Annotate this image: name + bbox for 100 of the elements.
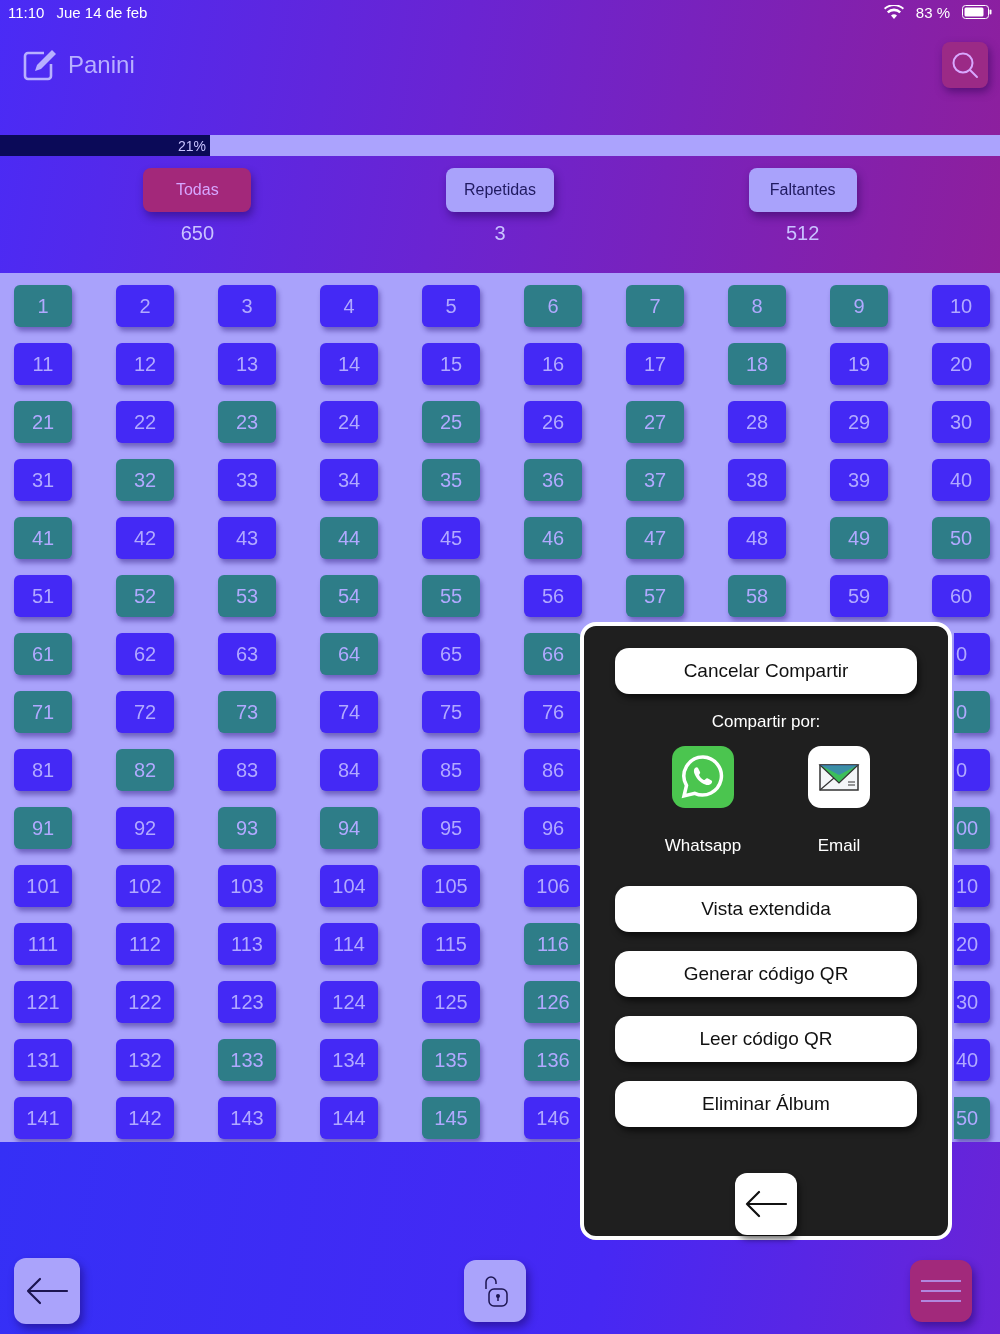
sticker-tile[interactable]: 22 — [116, 401, 174, 443]
sticker-tile[interactable]: 101 — [14, 865, 72, 907]
sticker-tile[interactable]: 27 — [626, 401, 684, 443]
sticker-tile[interactable]: 131 — [14, 1039, 72, 1081]
sticker-tile[interactable]: 16 — [524, 343, 582, 385]
sticker-tile[interactable]: 61 — [14, 633, 72, 675]
sticker-tile[interactable]: 53 — [218, 575, 276, 617]
sticker-tile[interactable]: 0 — [954, 633, 990, 675]
sticker-tile[interactable]: 49 — [830, 517, 888, 559]
edit-icon[interactable] — [22, 49, 58, 81]
sticker-tile[interactable]: 7 — [626, 285, 684, 327]
sticker-tile[interactable]: 3 — [218, 285, 276, 327]
sticker-tile[interactable]: 134 — [320, 1039, 378, 1081]
sticker-tile[interactable]: 8 — [728, 285, 786, 327]
sticker-tile[interactable]: 116 — [524, 923, 582, 965]
sticker-tile[interactable]: 37 — [626, 459, 684, 501]
sticker-tile[interactable]: 136 — [524, 1039, 582, 1081]
sticker-tile[interactable]: 58 — [728, 575, 786, 617]
sticker-tile[interactable]: 33 — [218, 459, 276, 501]
sticker-tile[interactable]: 39 — [830, 459, 888, 501]
sticker-tile[interactable]: 11 — [14, 343, 72, 385]
sticker-tile[interactable]: 46 — [524, 517, 582, 559]
sticker-tile[interactable]: 10 — [932, 285, 990, 327]
sticker-tile[interactable]: 125 — [422, 981, 480, 1023]
share-option[interactable]: Email — [795, 746, 883, 856]
sticker-tile[interactable]: 121 — [14, 981, 72, 1023]
sticker-tile[interactable]: 43 — [218, 517, 276, 559]
cancel-share-button[interactable]: Cancelar Compartir — [615, 648, 917, 694]
share-option[interactable]: Whatsapp — [659, 746, 747, 856]
filter-tab[interactable]: Repetidas — [446, 168, 554, 212]
menu-action-button[interactable]: Vista extendida — [615, 886, 917, 932]
sticker-tile[interactable]: 86 — [524, 749, 582, 791]
sticker-tile[interactable]: 30 — [954, 981, 990, 1023]
sticker-tile[interactable]: 40 — [932, 459, 990, 501]
menu-action-button[interactable]: Eliminar Álbum — [615, 1081, 917, 1127]
sticker-tile[interactable]: 4 — [320, 285, 378, 327]
lock-button[interactable] — [464, 1260, 526, 1322]
sticker-tile[interactable]: 52 — [116, 575, 174, 617]
sticker-tile[interactable]: 122 — [116, 981, 174, 1023]
sticker-tile[interactable]: 57 — [626, 575, 684, 617]
sticker-tile[interactable]: 36 — [524, 459, 582, 501]
sticker-tile[interactable]: 26 — [524, 401, 582, 443]
sticker-tile[interactable]: 1 — [14, 285, 72, 327]
sticker-tile[interactable]: 56 — [524, 575, 582, 617]
sticker-tile[interactable]: 133 — [218, 1039, 276, 1081]
sticker-tile[interactable]: 64 — [320, 633, 378, 675]
sticker-tile[interactable]: 66 — [524, 633, 582, 675]
sticker-tile[interactable]: 124 — [320, 981, 378, 1023]
sticker-tile[interactable]: 32 — [116, 459, 174, 501]
sticker-tile[interactable]: 9 — [830, 285, 888, 327]
sticker-tile[interactable]: 60 — [932, 575, 990, 617]
sticker-tile[interactable]: 48 — [728, 517, 786, 559]
sticker-tile[interactable]: 83 — [218, 749, 276, 791]
sticker-tile[interactable]: 24 — [320, 401, 378, 443]
sticker-tile[interactable]: 12 — [116, 343, 174, 385]
sticker-tile[interactable]: 105 — [422, 865, 480, 907]
sticker-tile[interactable]: 0 — [954, 691, 990, 733]
sticker-tile[interactable]: 6 — [524, 285, 582, 327]
sticker-tile[interactable]: 112 — [116, 923, 174, 965]
sticker-tile[interactable]: 41 — [14, 517, 72, 559]
sticker-tile[interactable]: 145 — [422, 1097, 480, 1139]
sticker-tile[interactable]: 5 — [422, 285, 480, 327]
sticker-tile[interactable]: 34 — [320, 459, 378, 501]
sticker-tile[interactable]: 55 — [422, 575, 480, 617]
sticker-tile[interactable]: 76 — [524, 691, 582, 733]
sticker-tile[interactable]: 73 — [218, 691, 276, 733]
sticker-tile[interactable]: 18 — [728, 343, 786, 385]
sticker-tile[interactable]: 30 — [932, 401, 990, 443]
sticker-tile[interactable]: 141 — [14, 1097, 72, 1139]
sticker-tile[interactable]: 135 — [422, 1039, 480, 1081]
sticker-tile[interactable]: 47 — [626, 517, 684, 559]
sticker-tile[interactable]: 45 — [422, 517, 480, 559]
sticker-tile[interactable]: 146 — [524, 1097, 582, 1139]
sticker-tile[interactable]: 114 — [320, 923, 378, 965]
sticker-tile[interactable]: 35 — [422, 459, 480, 501]
sticker-tile[interactable]: 28 — [728, 401, 786, 443]
sticker-tile[interactable]: 91 — [14, 807, 72, 849]
sticker-tile[interactable]: 104 — [320, 865, 378, 907]
sticker-tile[interactable]: 103 — [218, 865, 276, 907]
sticker-tile[interactable]: 132 — [116, 1039, 174, 1081]
sticker-tile[interactable]: 20 — [954, 923, 990, 965]
sticker-tile[interactable]: 50 — [932, 517, 990, 559]
sticker-tile[interactable]: 143 — [218, 1097, 276, 1139]
sticker-tile[interactable]: 15 — [422, 343, 480, 385]
sticker-tile[interactable]: 23 — [218, 401, 276, 443]
sticker-tile[interactable]: 94 — [320, 807, 378, 849]
sticker-tile[interactable]: 00 — [954, 807, 990, 849]
sticker-tile[interactable]: 21 — [14, 401, 72, 443]
sticker-tile[interactable]: 20 — [932, 343, 990, 385]
sticker-tile[interactable]: 81 — [14, 749, 72, 791]
sticker-tile[interactable]: 65 — [422, 633, 480, 675]
sticker-tile[interactable]: 54 — [320, 575, 378, 617]
sticker-tile[interactable]: 25 — [422, 401, 480, 443]
sticker-tile[interactable]: 92 — [116, 807, 174, 849]
sticker-tile[interactable]: 40 — [954, 1039, 990, 1081]
close-dialog-button[interactable] — [735, 1173, 797, 1235]
sticker-tile[interactable]: 126 — [524, 981, 582, 1023]
sticker-tile[interactable]: 51 — [14, 575, 72, 617]
filter-tab[interactable]: Faltantes — [748, 168, 857, 212]
search-button[interactable] — [942, 42, 988, 88]
